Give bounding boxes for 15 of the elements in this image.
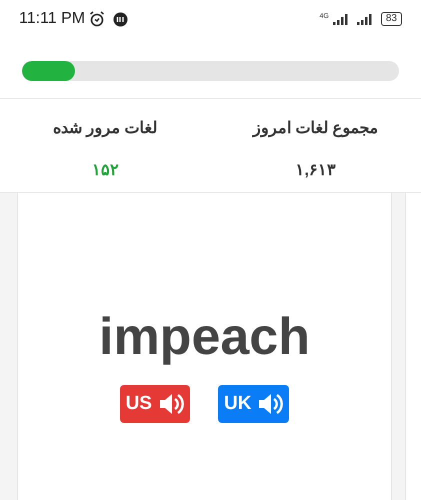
signal-icon — [356, 13, 373, 25]
speaker-icon — [158, 391, 184, 417]
notification-icon — [113, 12, 128, 26]
stat-label: لغات مرور شده — [52, 119, 158, 140]
stat-value: ۱۵۲ — [92, 161, 119, 181]
pronunciation-button[interactable]: US — [120, 385, 190, 423]
speaker-icon — [257, 391, 284, 417]
clock-time: 11:11 PM — [19, 9, 86, 29]
signal-icon — [332, 13, 349, 25]
stat-value: ۱,۶۱۳ — [296, 161, 336, 181]
word-text: impeach — [99, 311, 310, 363]
battery-indicator: 83 — [380, 12, 402, 26]
stat-label: مجموع لغات امروز — [252, 119, 379, 140]
alarm-icon — [89, 11, 106, 27]
pronunciation-button[interactable]: UK — [218, 385, 290, 423]
